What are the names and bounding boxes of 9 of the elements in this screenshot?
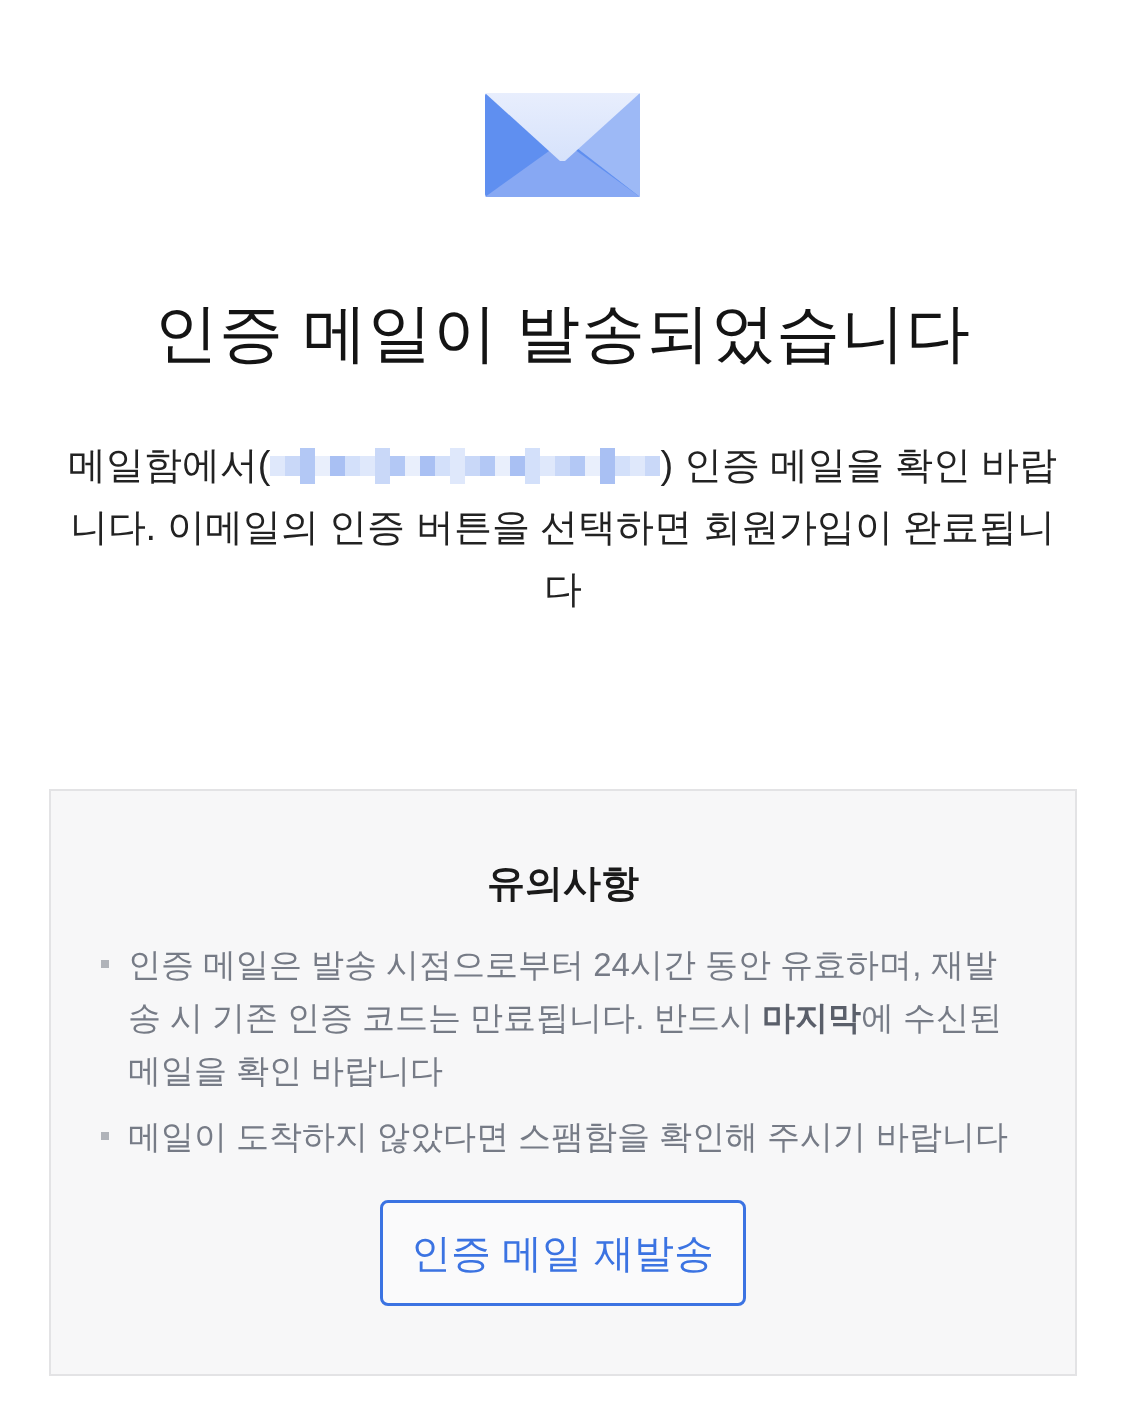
resend-button[interactable]: 인증 메일 재발송 [379, 1200, 746, 1307]
notice-title: 유의사항 [486, 860, 639, 906]
envelope-icon [485, 93, 640, 197]
page-title: 인증 메일이 발송되었습니다 [153, 296, 972, 371]
bullet-icon [100, 1132, 109, 1141]
bullet-icon [100, 960, 109, 969]
message-text: 메일함에서( ) 인증 메일을 확인 바랍니다. 이메일의 인증 버튼을 선택하면 회원가입이 완료됩니다 [66, 442, 1059, 612]
notice-text: 메일이 도착하지 않았다면 스팸함을 확인해 주시기 바랍니다 [127, 1117, 1008, 1158]
notice-text: 인증 메일은 발송 시점으로부터 24시간 동안 유효하며, 재발송 시 기존 인증 코드는 만료됩니다. 반드시 마지막에 수신된 메일을 확인 바랍니다 [127, 945, 1004, 1092]
